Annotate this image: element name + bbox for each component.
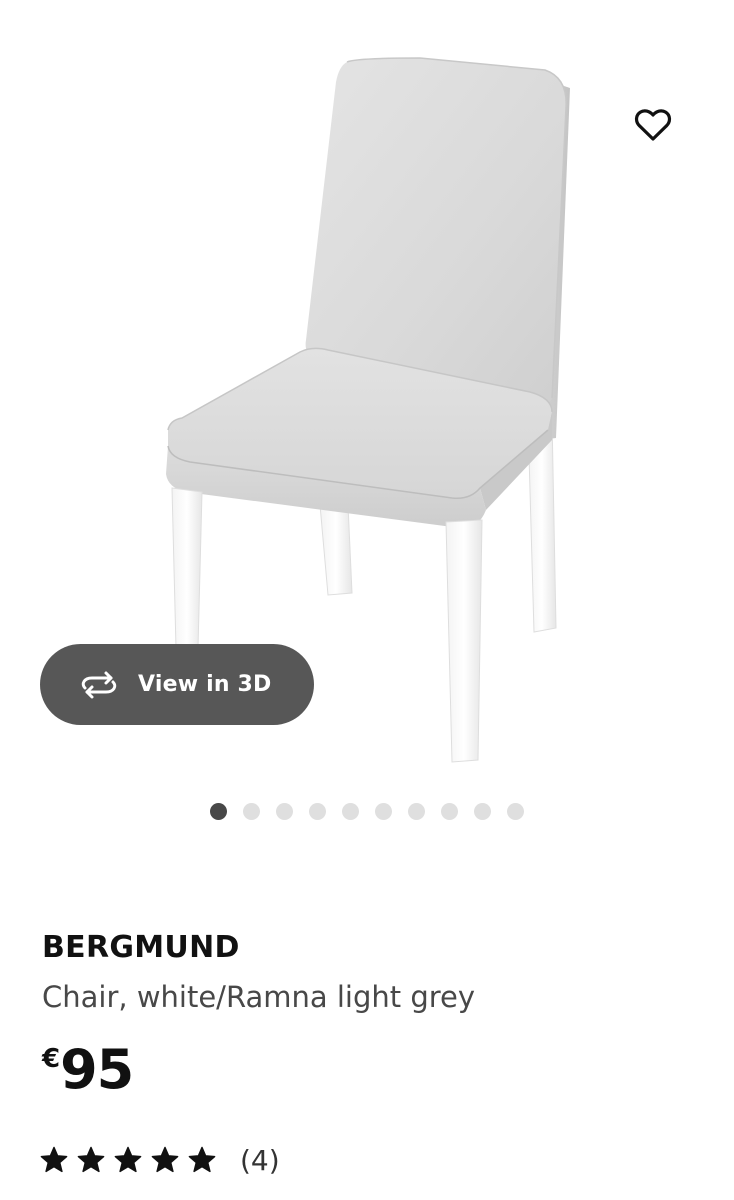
carousel-dot[interactable] bbox=[507, 802, 524, 820]
product-price: € 95 bbox=[42, 1038, 134, 1106]
rotate-arrows-icon bbox=[78, 670, 120, 700]
product-description: Chair, white/Ramna light grey bbox=[42, 980, 476, 1014]
carousel-dot[interactable] bbox=[441, 802, 458, 820]
rating-stars bbox=[40, 1146, 216, 1174]
star-filled-icon bbox=[188, 1146, 216, 1174]
carousel-dot[interactable] bbox=[243, 802, 260, 820]
carousel-dot[interactable] bbox=[408, 802, 425, 820]
view-in-3d-button[interactable]: View in 3D bbox=[40, 644, 314, 725]
review-count: (4) bbox=[240, 1143, 280, 1177]
carousel-dot[interactable] bbox=[474, 802, 491, 820]
star-filled-icon bbox=[114, 1146, 142, 1174]
carousel-dot[interactable] bbox=[276, 802, 293, 820]
star-filled-icon bbox=[40, 1146, 68, 1174]
carousel-dot[interactable] bbox=[342, 802, 359, 820]
add-to-favourites-button[interactable] bbox=[624, 96, 682, 154]
view-in-3d-label: View in 3D bbox=[138, 672, 272, 697]
price-currency: € bbox=[42, 1044, 61, 1074]
price-amount: 95 bbox=[60, 1038, 134, 1101]
star-filled-icon bbox=[151, 1146, 179, 1174]
carousel-dot[interactable] bbox=[375, 802, 392, 820]
star-filled-icon bbox=[77, 1146, 105, 1174]
carousel-dot-active[interactable] bbox=[210, 802, 227, 820]
product-info: BERGMUND Chair, white/Ramna light grey bbox=[42, 925, 692, 1017]
product-name: BERGMUND bbox=[42, 930, 240, 965]
product-media-gallery[interactable]: View in 3D bbox=[0, 0, 734, 850]
carousel-dot[interactable] bbox=[309, 802, 326, 820]
image-carousel-indicator bbox=[0, 802, 734, 820]
heart-outline-icon bbox=[634, 108, 672, 142]
product-rating[interactable]: (4) bbox=[40, 1140, 280, 1180]
